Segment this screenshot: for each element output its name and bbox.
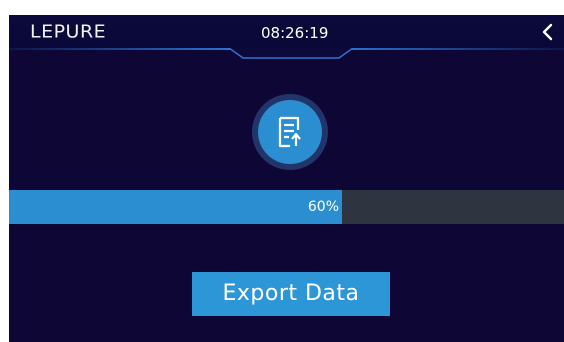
device-screen: LEPURE 08:26:19 60% Export Data xyxy=(9,15,564,342)
progress-percentage: 60% xyxy=(307,199,339,215)
chevron-left-icon xyxy=(542,23,553,41)
progress-fill: 60% xyxy=(9,190,342,224)
export-data-button[interactable]: Export Data xyxy=(192,272,390,316)
clock-time: 08:26:19 xyxy=(261,24,329,42)
top-bar: LEPURE 08:26:19 xyxy=(9,15,564,49)
document-upload-icon xyxy=(252,94,328,170)
export-progress-bar: 60% xyxy=(9,190,564,224)
export-status-icon xyxy=(251,93,329,171)
back-button[interactable] xyxy=(539,21,557,43)
brand-logo: LEPURE xyxy=(30,21,107,43)
header-notch xyxy=(229,48,353,59)
